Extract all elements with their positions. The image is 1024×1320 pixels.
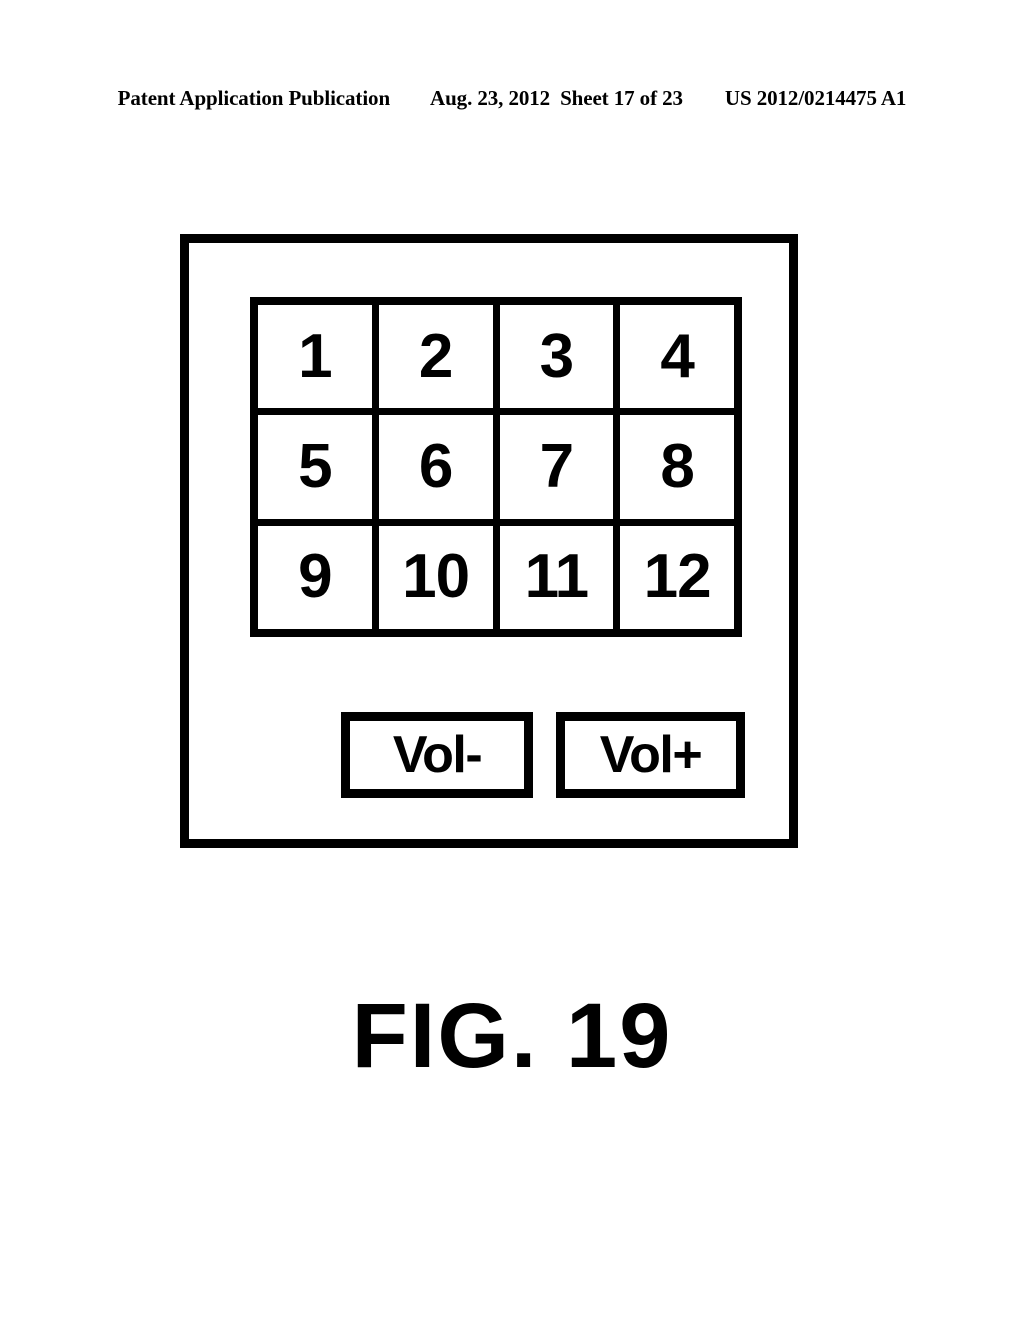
keypad-key-label: 8 <box>660 431 694 501</box>
keypad-key-label: 1 <box>298 321 332 391</box>
figure-19: 1 2 3 4 5 6 7 8 9 10 11 12 Vol- Vol+ FIG… <box>0 0 1024 1320</box>
keypad-key-label: 2 <box>418 321 453 391</box>
keypad-key-4[interactable]: 4 <box>620 305 734 409</box>
keypad-key-5[interactable]: 5 <box>258 415 372 519</box>
keypad-key-8[interactable]: 8 <box>620 415 734 519</box>
keypad-key-1[interactable]: 1 <box>258 305 372 409</box>
keypad-key-12[interactable]: 12 <box>620 525 734 629</box>
keypad-key-label: 5 <box>298 431 332 501</box>
keypad-key-11[interactable]: 11 <box>499 525 614 629</box>
keypad-key-9[interactable]: 9 <box>258 525 372 629</box>
device-housing: 1 2 3 4 5 6 7 8 9 10 11 12 Vol- Vol+ <box>180 234 798 848</box>
volume-down-label: Vol- <box>392 726 483 784</box>
figure-caption: FIG. 19 <box>351 985 673 1087</box>
volume-control-row: Vol- Vol+ <box>189 712 807 798</box>
volume-up-label: Vol+ <box>599 726 703 784</box>
keypad-key-7[interactable]: 7 <box>499 415 614 519</box>
keypad-key-label: 9 <box>298 542 332 612</box>
keypad-key-3[interactable]: 3 <box>499 305 614 409</box>
keypad-key-label: 4 <box>660 321 694 391</box>
keypad-key-6[interactable]: 6 <box>378 415 493 519</box>
keypad-key-label: 6 <box>418 431 453 501</box>
keypad-key-label: 11 <box>524 542 590 612</box>
keypad-key-label: 7 <box>539 431 574 501</box>
volume-up-button[interactable]: Vol+ <box>556 712 745 798</box>
keypad-key-label: 10 <box>402 542 470 612</box>
volume-down-button[interactable]: Vol- <box>341 712 533 798</box>
keypad-key-label: 12 <box>643 542 712 612</box>
keypad-key-label: 3 <box>539 321 574 391</box>
keypad-key-2[interactable]: 2 <box>378 305 493 409</box>
keypad-grid: 1 2 3 4 5 6 7 8 9 10 11 12 <box>250 297 742 637</box>
keypad-key-10[interactable]: 10 <box>378 525 493 629</box>
